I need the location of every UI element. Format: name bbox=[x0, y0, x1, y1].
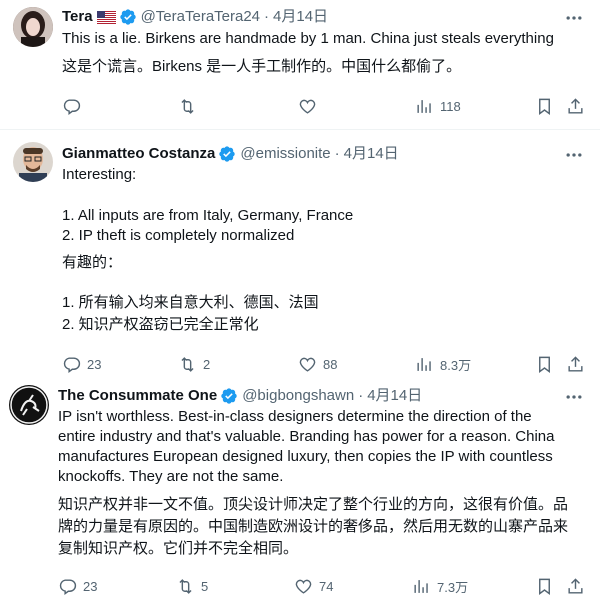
more-icon[interactable] bbox=[564, 387, 584, 407]
views-icon bbox=[417, 100, 431, 113]
like-icon bbox=[295, 579, 312, 594]
verified-badge-icon bbox=[119, 9, 136, 25]
like-button[interactable]: 74 bbox=[294, 577, 333, 596]
author-handle[interactable]: @emissionite bbox=[240, 144, 330, 164]
views-button[interactable]: 7.3万 bbox=[412, 577, 468, 596]
author-handle[interactable]: @bigbongshawn bbox=[242, 386, 354, 406]
action-bar: 23 2 88 8.3万 bbox=[0, 355, 600, 375]
tweet-text-line: This is a lie. Birkens are handmade by 1… bbox=[62, 30, 554, 47]
share-icon[interactable] bbox=[566, 577, 585, 596]
retweet-icon bbox=[181, 357, 194, 372]
views-count: 7.3万 bbox=[437, 580, 469, 595]
tweet-text-line: 1. All inputs are from Italy, Germany, F… bbox=[62, 207, 354, 224]
action-bar: 118 bbox=[0, 97, 600, 117]
tweet-text-line: knockoffs. They are not the same. bbox=[58, 468, 284, 485]
like-count: 88 bbox=[323, 357, 338, 372]
author-name[interactable]: Gianmatteo Costanza bbox=[62, 144, 215, 164]
like-count: 74 bbox=[319, 579, 334, 594]
author-handle[interactable]: @TeraTeraTera24 bbox=[141, 7, 260, 27]
verified-badge-icon bbox=[221, 388, 237, 404]
tweet-text-line: Interesting: bbox=[62, 166, 137, 183]
bookmark-icon[interactable] bbox=[535, 577, 554, 596]
views-button[interactable]: 8.3万 bbox=[415, 355, 471, 374]
reply-count: 23 bbox=[87, 357, 102, 372]
tweet-text-line: manufactures European designed luxury, t… bbox=[58, 448, 553, 465]
retweet-count: 2 bbox=[203, 357, 211, 372]
tweet-text-line: 1. 所有输入均来自意大利、德国、法国 bbox=[62, 294, 319, 311]
reply-count: 23 bbox=[83, 579, 98, 594]
share-icon[interactable] bbox=[566, 355, 585, 374]
reply-button[interactable]: 23 bbox=[58, 577, 97, 596]
verified-badge-icon bbox=[219, 146, 236, 162]
retweet-count: 5 bbox=[201, 579, 209, 594]
separator-dot: · bbox=[358, 387, 364, 404]
retweet-button[interactable]: 2 bbox=[178, 355, 210, 374]
more-icon[interactable] bbox=[564, 145, 584, 165]
bookmark-icon[interactable] bbox=[535, 355, 554, 374]
tweet-text-line: 知识产权并非一文不值。顶尖设计师决定了整个行业的方向，这很有价值。品 bbox=[58, 496, 569, 513]
separator-dot: · bbox=[264, 8, 270, 25]
tweet-text-line: IP isn't worthless. Best-in-class design… bbox=[58, 408, 532, 425]
tweet-date[interactable]: 4月14日 bbox=[344, 144, 399, 164]
more-icon[interactable] bbox=[564, 8, 584, 28]
reply-button[interactable] bbox=[62, 97, 87, 116]
like-button[interactable]: 88 bbox=[298, 355, 337, 374]
us-flag-icon bbox=[96, 10, 116, 24]
tweet-date[interactable]: 4月14日 bbox=[273, 7, 328, 27]
views-icon bbox=[417, 358, 431, 371]
share-icon[interactable] bbox=[566, 97, 585, 116]
reply-button[interactable]: 23 bbox=[62, 355, 101, 374]
reply-icon bbox=[59, 579, 77, 596]
views-icon bbox=[414, 580, 428, 593]
bookmark-icon[interactable] bbox=[535, 97, 554, 116]
tweet-3[interactable]: The Consummate One @bigbongshawn · 4月14日… bbox=[0, 378, 600, 606]
avatar-tera[interactable] bbox=[13, 7, 53, 47]
tweet-2[interactable]: Gianmatteo Costanza @emissionite · 4月14日… bbox=[0, 130, 600, 378]
avatar-gianmatteo[interactable] bbox=[13, 142, 53, 182]
tweet-1[interactable]: Tera @TeraTeraTera24 · 4月14日 This is a l… bbox=[0, 0, 600, 128]
reply-icon bbox=[63, 99, 81, 116]
tweet-text-line: 牌的力量是有原因的。中国制造欧洲设计的奢侈品，然后用无数的山寨产品来 bbox=[58, 518, 569, 535]
tweet-text-line: 2. 知识产权盗窃已完全正常化 bbox=[62, 316, 259, 333]
author-name[interactable]: Tera bbox=[62, 7, 93, 27]
retweet-button[interactable]: 5 bbox=[176, 577, 208, 596]
retweet-icon bbox=[181, 99, 194, 114]
views-count: 8.3万 bbox=[440, 358, 472, 373]
tweet-text-line: 有趣的： bbox=[62, 254, 123, 271]
tweet-date[interactable]: 4月14日 bbox=[367, 386, 422, 406]
action-bar: 23 5 74 7.3万 bbox=[0, 577, 600, 597]
reply-icon bbox=[63, 357, 81, 374]
retweet-icon bbox=[179, 579, 192, 594]
views-button[interactable]: 118 bbox=[415, 97, 461, 116]
views-count: 118 bbox=[440, 99, 461, 114]
like-icon bbox=[299, 99, 316, 114]
tweet-text-line: 复制知识产权。它们并不完全相同。 bbox=[58, 540, 299, 557]
separator-dot: · bbox=[334, 145, 340, 162]
tweet-text-line: entire industry and that's valuable. Bra… bbox=[58, 428, 555, 445]
avatar-consummate-one[interactable] bbox=[9, 385, 49, 425]
author-name[interactable]: The Consummate One bbox=[58, 386, 217, 406]
like-icon bbox=[299, 357, 316, 372]
tweet-text-line: 这是个谎言。Birkens 是一人手工制作的。中国什么都偷了。 bbox=[62, 58, 462, 75]
like-button[interactable] bbox=[298, 97, 323, 116]
retweet-button[interactable] bbox=[178, 97, 203, 116]
tweet-text-line: 2. IP theft is completely normalized bbox=[62, 227, 295, 244]
